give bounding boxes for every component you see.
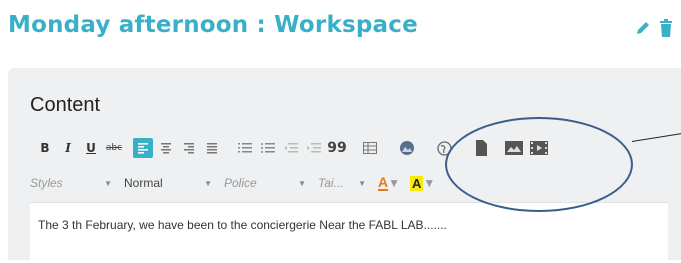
blockquote-button[interactable]: 99	[327, 138, 347, 158]
background-color-button[interactable]: A ▼	[410, 175, 436, 191]
chevron-down-icon: ▼	[204, 178, 212, 188]
size-dropdown[interactable]: Tai... ▼	[318, 176, 366, 190]
indent-icon	[307, 143, 321, 153]
page-title: Monday afternoon : Workspace	[8, 12, 418, 38]
font-dropdown[interactable]: Police ▼	[224, 176, 306, 190]
align-left-icon	[138, 143, 148, 154]
font-dropdown-label: Police	[224, 176, 257, 190]
justify-icon	[207, 143, 217, 154]
strikethrough-button[interactable]: abc	[104, 138, 124, 158]
size-dropdown-label: Tai...	[318, 176, 344, 190]
outdent-icon	[284, 143, 298, 153]
table-icon	[363, 142, 377, 154]
trash-icon[interactable]	[659, 18, 673, 38]
chevron-down-icon: ▼	[388, 176, 401, 190]
indent-button[interactable]	[304, 138, 324, 158]
styles-dropdown-label: Styles	[30, 176, 63, 190]
ordered-list-button[interactable]	[235, 138, 255, 158]
background-color-icon: A	[410, 175, 424, 191]
bullet-list-button[interactable]	[258, 138, 278, 158]
ordered-list-icon	[238, 143, 252, 153]
table-button[interactable]	[360, 138, 380, 158]
align-right-button[interactable]	[179, 138, 199, 158]
format-dropdown-label: Normal	[124, 176, 163, 190]
chevron-down-icon: ▼	[358, 178, 366, 188]
bold-button[interactable]: B	[35, 138, 55, 158]
align-center-icon	[161, 143, 171, 154]
outdent-button[interactable]	[281, 138, 301, 158]
highlight-oval	[445, 117, 633, 212]
format-dropdown[interactable]: Normal ▼	[124, 176, 212, 190]
align-right-icon	[184, 143, 194, 154]
justify-button[interactable]	[202, 138, 222, 158]
align-center-button[interactable]	[156, 138, 176, 158]
image-gallery-button[interactable]	[397, 138, 417, 158]
bullet-list-icon	[261, 143, 275, 153]
text-color-button[interactable]: A ▼	[378, 175, 400, 191]
content-label: Content	[30, 94, 101, 116]
italic-button[interactable]: I	[58, 138, 78, 158]
image-gallery-icon	[400, 141, 414, 155]
underline-button[interactable]: U	[81, 138, 101, 158]
align-left-button[interactable]	[133, 138, 153, 158]
pencil-icon[interactable]	[635, 20, 651, 36]
chevron-down-icon: ▼	[423, 176, 436, 190]
header-actions	[635, 18, 673, 38]
chevron-down-icon: ▼	[104, 178, 112, 188]
text-color-icon: A	[378, 174, 389, 191]
editor-area[interactable]: The 3 th February, we have been to the c…	[30, 202, 668, 263]
chevron-down-icon: ▼	[298, 178, 306, 188]
styles-dropdown[interactable]: Styles ▼	[30, 176, 112, 190]
editor-text[interactable]: The 3 th February, we have been to the c…	[38, 218, 447, 232]
editor-toolbar-row2: Styles ▼ Normal ▼ Police ▼ Tai... ▼ A ▼ …	[30, 173, 445, 193]
